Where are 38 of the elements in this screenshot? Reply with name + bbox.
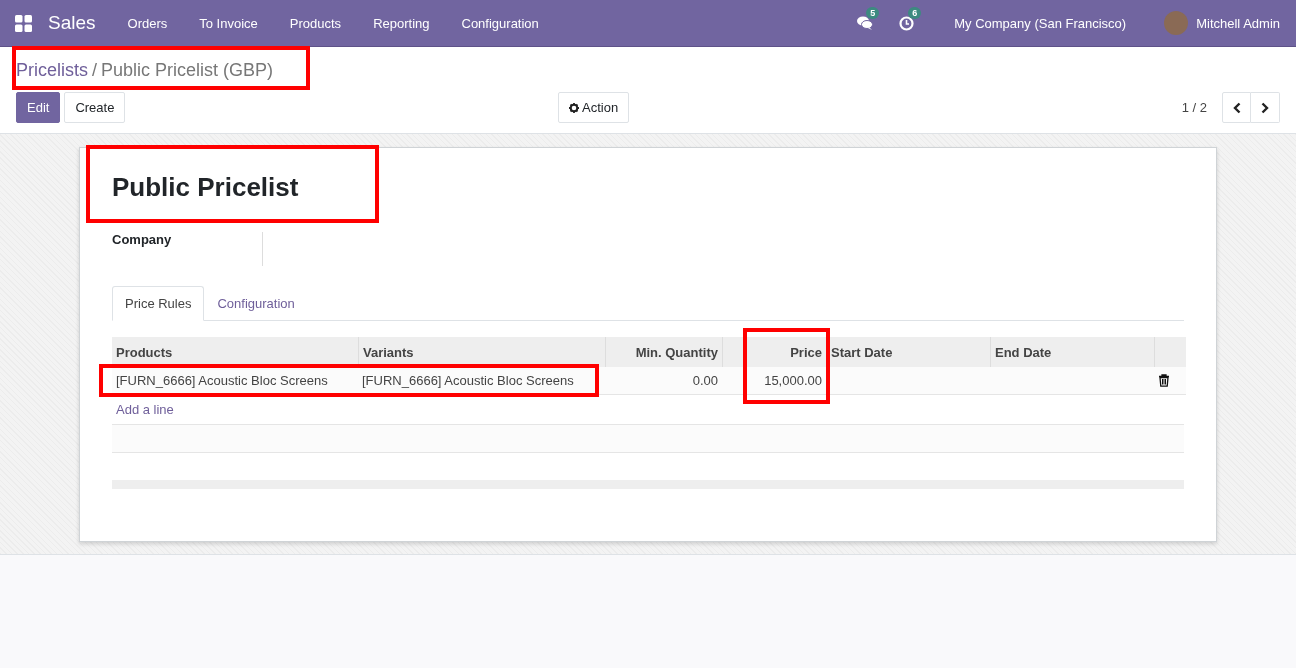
- activity-count-badge: 6: [908, 6, 922, 19]
- tab[interactable]: Configuration: [204, 286, 308, 321]
- pager-counter: 1 / 2: [1181, 100, 1207, 115]
- company-switcher[interactable]: My Company (San Francisco): [954, 15, 1127, 31]
- message-count-badge: 5: [866, 7, 880, 19]
- action-button[interactable]: Action: [558, 92, 630, 123]
- next-button[interactable]: [1251, 92, 1280, 123]
- menu-item[interactable]: Products: [273, 15, 358, 31]
- apps-grid-icon[interactable]: [15, 14, 32, 32]
- gear-icon: [569, 102, 579, 113]
- user-menu[interactable]: Mitchell Admin: [1196, 15, 1280, 31]
- column-header[interactable]: End Date: [990, 337, 1154, 367]
- table-cell: 15,000.00: [722, 367, 826, 395]
- menu-item[interactable]: Configuration: [445, 15, 555, 31]
- column-header[interactable]: Products: [112, 337, 358, 367]
- chat-bubbles-icon[interactable]: [857, 16, 874, 30]
- record-title: Public Pricelist: [112, 172, 299, 202]
- breadcrumb-link[interactable]: Pricelists: [16, 59, 88, 81]
- field-label: Company: [112, 232, 263, 266]
- column-header[interactable]: Variants: [358, 337, 605, 367]
- breadcrumb-separator: /: [92, 59, 98, 81]
- menu-item[interactable]: Orders: [111, 15, 184, 31]
- chevron-right-icon: [1261, 101, 1269, 114]
- create-button[interactable]: Create: [64, 92, 126, 123]
- column-header[interactable]: Price: [722, 337, 826, 367]
- app-name[interactable]: Sales: [48, 12, 96, 34]
- chevron-left-icon: [1232, 101, 1241, 114]
- clock-icon[interactable]: [899, 15, 915, 31]
- breadcrumb-current: Public Pricelist (GBP): [101, 59, 274, 81]
- edit-button[interactable]: Edit: [16, 92, 61, 123]
- menu-item[interactable]: Reporting: [357, 15, 446, 31]
- previous-button[interactable]: [1222, 92, 1251, 123]
- menu-item[interactable]: To Invoice: [183, 15, 274, 31]
- tab[interactable]: Price Rules: [112, 286, 205, 321]
- add-line-link[interactable]: Add a line: [116, 402, 174, 417]
- column-header[interactable]: Min. Quantity: [605, 337, 722, 367]
- trash-icon[interactable]: [1158, 374, 1170, 387]
- table-cell: 0.00: [605, 367, 722, 395]
